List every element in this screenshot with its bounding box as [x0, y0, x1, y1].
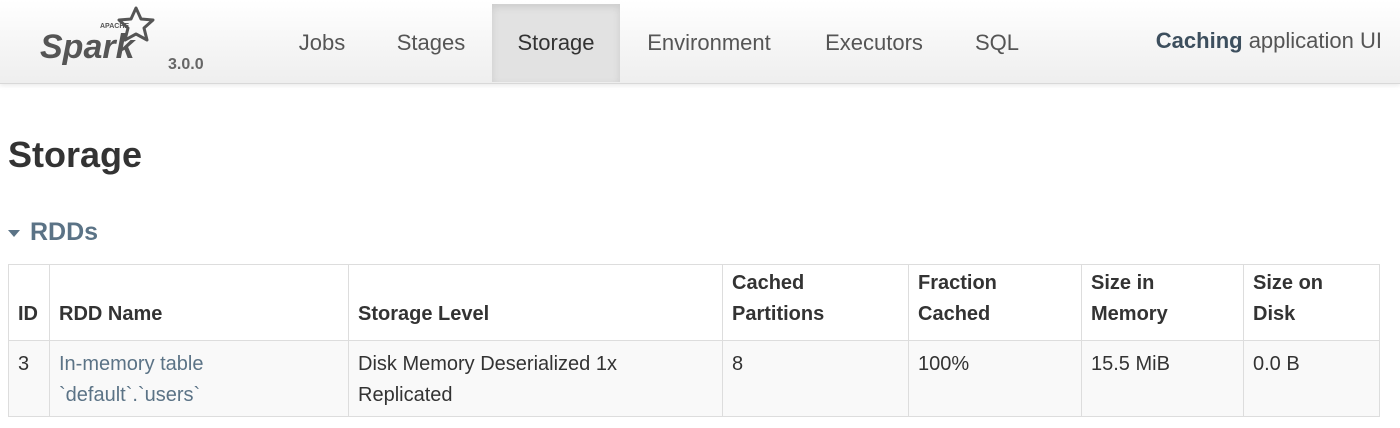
cell-id: 3	[8, 340, 50, 417]
header-fraction-cached[interactable]: Fraction Cached	[908, 264, 1082, 341]
rdds-section-label: RDDs	[30, 218, 99, 246]
header-size-on-disk[interactable]: Size on Disk	[1243, 264, 1380, 341]
tab-environment[interactable]: Environment	[630, 4, 788, 82]
spark-logo-graphic: APACHE Spark	[40, 6, 155, 66]
rdd-name-link[interactable]: In-memory table `default`.`users`	[59, 353, 204, 406]
tab-sql[interactable]: SQL	[958, 4, 1036, 82]
spark-version: 3.0.0	[168, 56, 204, 73]
header-size-in-memory[interactable]: Size in Memory	[1081, 264, 1244, 341]
cell-size-in-memory: 15.5 MiB	[1081, 340, 1244, 417]
tab-executors[interactable]: Executors	[806, 4, 942, 82]
cell-rdd-name: In-memory table `default`.`users`	[49, 340, 349, 417]
header-rdd-name[interactable]: RDD Name	[49, 264, 349, 341]
cell-size-on-disk: 0.0 B	[1243, 340, 1380, 417]
tab-stages[interactable]: Stages	[378, 4, 484, 82]
header-cached-partitions[interactable]: Cached Partitions	[722, 264, 909, 341]
logo-spark-text: Spark	[40, 28, 137, 66]
spark-logo[interactable]: APACHE Spark 3.0.0	[38, 6, 228, 78]
tab-storage[interactable]: Storage	[492, 4, 620, 82]
collapse-arrow-icon	[8, 230, 20, 237]
table-header-row: ID RDD Name Storage Level Cached Partiti…	[8, 264, 1380, 341]
header-id[interactable]: ID	[8, 264, 50, 341]
page-title: Storage	[8, 134, 143, 175]
application-suffix: application UI	[1242, 28, 1382, 53]
application-title: Caching application UI	[1156, 28, 1382, 54]
cell-fraction-cached: 100%	[908, 340, 1082, 417]
rdds-section-toggle[interactable]: RDDs	[8, 218, 98, 247]
application-name: Caching	[1155, 28, 1243, 53]
rdd-table: ID RDD Name Storage Level Cached Partiti…	[8, 264, 1380, 417]
cell-cached-partitions: 8	[722, 340, 909, 417]
table-row: 3 In-memory table `default`.`users` Disk…	[8, 340, 1380, 417]
cell-storage-level: Disk Memory Deserialized 1x Replicated	[348, 340, 723, 417]
tab-jobs[interactable]: Jobs	[278, 4, 366, 82]
top-navbar: APACHE Spark 3.0.0 Jobs Stages Storage E…	[0, 0, 1400, 84]
header-storage-level[interactable]: Storage Level	[348, 264, 723, 341]
